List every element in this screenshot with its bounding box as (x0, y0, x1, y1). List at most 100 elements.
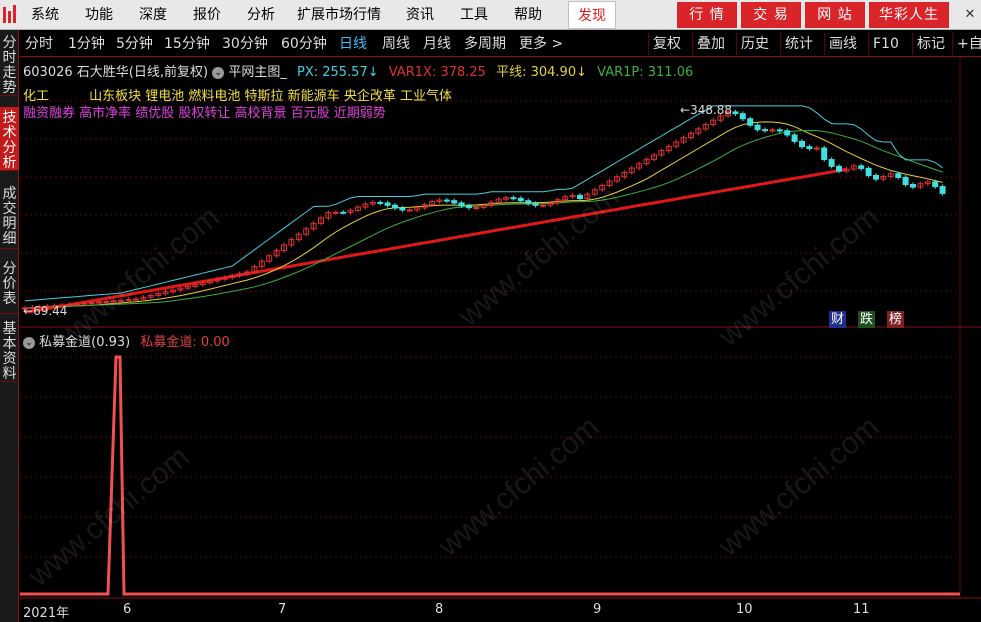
ranking-badge[interactable]: 榜 (887, 311, 905, 328)
stock-title: 603026 石大胜华(日线,前复权) ⌄ 平网主图_ PX: 255.57↓ … (23, 61, 693, 80)
period-15min[interactable]: 15分钟 (164, 31, 210, 57)
period-60min[interactable]: 60分钟 (281, 31, 327, 57)
period-multi[interactable]: 多周期 (464, 31, 506, 57)
candle-body (458, 202, 465, 207)
concept-row-2: 融资融券 高市净率 绩优股 股权转让 高校背景 百元股 近期弱势 (23, 102, 386, 121)
overlay-button[interactable]: 叠加 (692, 33, 725, 55)
candle-body (443, 199, 450, 202)
menu-discover[interactable]: 发现 (568, 1, 616, 29)
period-toolbar: 分时 1分钟 5分钟 15分钟 30分钟 60分钟 日线 周线 月线 多周期 更… (20, 31, 981, 57)
tab-trade-detail[interactable]: 成交明细 (0, 183, 19, 249)
period-1min[interactable]: 1分钟 (68, 31, 105, 57)
sub-dropdown-icon[interactable]: ⌄ (23, 336, 35, 349)
candle-body (66, 303, 73, 306)
period-5min[interactable]: 5分钟 (116, 31, 153, 57)
f10-button[interactable]: F10 (868, 33, 899, 55)
candle-body (466, 205, 472, 209)
period-timeshare[interactable]: 分时 (25, 31, 53, 57)
candle-body (769, 129, 776, 132)
concept-tags-2[interactable]: 融资融券 高市净率 绩优股 股权转让 高校背景 百元股 近期弱势 (23, 106, 386, 121)
period-weekly[interactable]: 周线 (382, 31, 410, 57)
huacai-life-button[interactable]: 华彩人生 (869, 2, 949, 28)
date-label-year: 2021年 (23, 606, 70, 621)
candle-body (806, 146, 813, 150)
tab-basic-info-label: 基本资料 (2, 321, 17, 382)
px-value: PX: 255.57 (296, 65, 368, 80)
stats-button[interactable]: 统计 (780, 33, 813, 55)
dropdown-icon[interactable]: ⌄ (212, 66, 225, 79)
candle-body (873, 174, 879, 180)
candle-body (762, 129, 768, 132)
candle-body (754, 124, 761, 131)
tab-technical-analysis-label: 技术分析 (2, 110, 17, 171)
menu-help[interactable]: 帮助 (514, 0, 542, 30)
menu-tools[interactable]: 工具 (460, 0, 488, 30)
tab-time-share[interactable]: 分时走势 (0, 32, 19, 96)
high-value: 348.88 (690, 103, 733, 117)
adjust-button[interactable]: 复权 (648, 33, 681, 55)
date-label-aug: 8 (435, 602, 444, 617)
candle-body (895, 173, 902, 178)
period-monthly[interactable]: 月线 (423, 31, 451, 57)
candle-body (377, 201, 384, 204)
menu-extended-market[interactable]: 扩展市场行情 (297, 0, 381, 30)
candle-body (739, 113, 746, 120)
tab-basic-info[interactable]: 基本资料 (0, 318, 19, 382)
candle-body (932, 181, 939, 188)
draw-line-button[interactable]: 画线 (824, 33, 857, 55)
menu-news[interactable]: 资讯 (406, 0, 434, 30)
candle-body (451, 200, 458, 204)
candle-body (532, 202, 539, 206)
tab-price-table-label: 分价表 (2, 261, 17, 307)
menu-quote[interactable]: 报价 (193, 0, 221, 30)
candle-body (902, 176, 909, 186)
period-more[interactable]: 更多 > (519, 31, 563, 57)
candle-body (776, 129, 783, 132)
candle-body (399, 207, 406, 211)
candle-body (858, 165, 865, 169)
candle-body (540, 204, 546, 207)
candle-body (828, 159, 835, 167)
history-button[interactable]: 历史 (736, 33, 769, 55)
menu-function[interactable]: 功能 (85, 0, 113, 30)
high-annotation: ←348.88 (680, 103, 733, 117)
mark-button[interactable]: 标记 (912, 33, 945, 55)
var1p-value: VAR1P: 311.06 (597, 65, 694, 80)
px-down-arrow-icon: ↓ (367, 65, 379, 80)
app-logo-icon (3, 5, 16, 23)
candle-body (836, 165, 842, 172)
candle-body (910, 184, 916, 188)
pingxian-down-arrow-icon: ↓ (576, 65, 587, 80)
trade-button[interactable]: 交 易 (741, 2, 801, 28)
tab-price-table[interactable]: 分价表 (0, 258, 19, 314)
drop-badge[interactable]: 跌 (858, 311, 876, 328)
left-tab-strip: 分时走势 技术分析 成交明细 分价表 基本资料 (0, 30, 19, 622)
candle-body (813, 147, 820, 150)
candle-body (939, 186, 946, 194)
candle-body (865, 167, 872, 176)
date-label-jun: 6 (123, 602, 132, 617)
tab-technical-analysis[interactable]: 技术分析 (0, 107, 19, 171)
candle-body (332, 211, 339, 214)
candle-body (510, 197, 517, 200)
period-30min[interactable]: 30分钟 (222, 31, 268, 57)
menu-analysis[interactable]: 分析 (247, 0, 275, 30)
close-icon[interactable]: ✕ (962, 7, 978, 23)
website-button[interactable]: 网 站 (805, 2, 865, 28)
low-annotation: ←69.44 (23, 304, 68, 318)
var1x-value: VAR1X: 378.25 (388, 65, 486, 80)
menu-system[interactable]: 系统 (31, 0, 59, 30)
main-indicator-name[interactable]: 平网主图_ (228, 65, 287, 80)
candle-body (821, 147, 828, 161)
menu-depth[interactable]: 深度 (139, 0, 167, 30)
custom-button[interactable]: +自 (952, 33, 981, 55)
tab-time-share-label: 分时走势 (2, 35, 17, 96)
quote-button[interactable]: 行 情 (677, 2, 737, 28)
menu-bar: 系统 功能 深度 报价 分析 扩展市场行情 资讯 工具 帮助 发现 行 情 交 … (0, 0, 981, 30)
date-label-jul: 7 (278, 602, 287, 617)
candle-body (517, 197, 524, 202)
sub-indicator-header: ⌄ 私募金道(0.93) 私募金道: 0.00 (23, 331, 230, 350)
period-daily[interactable]: 日线 (339, 31, 367, 57)
finance-badge[interactable]: 财 (829, 311, 847, 328)
date-label-nov: 11 (853, 602, 870, 617)
